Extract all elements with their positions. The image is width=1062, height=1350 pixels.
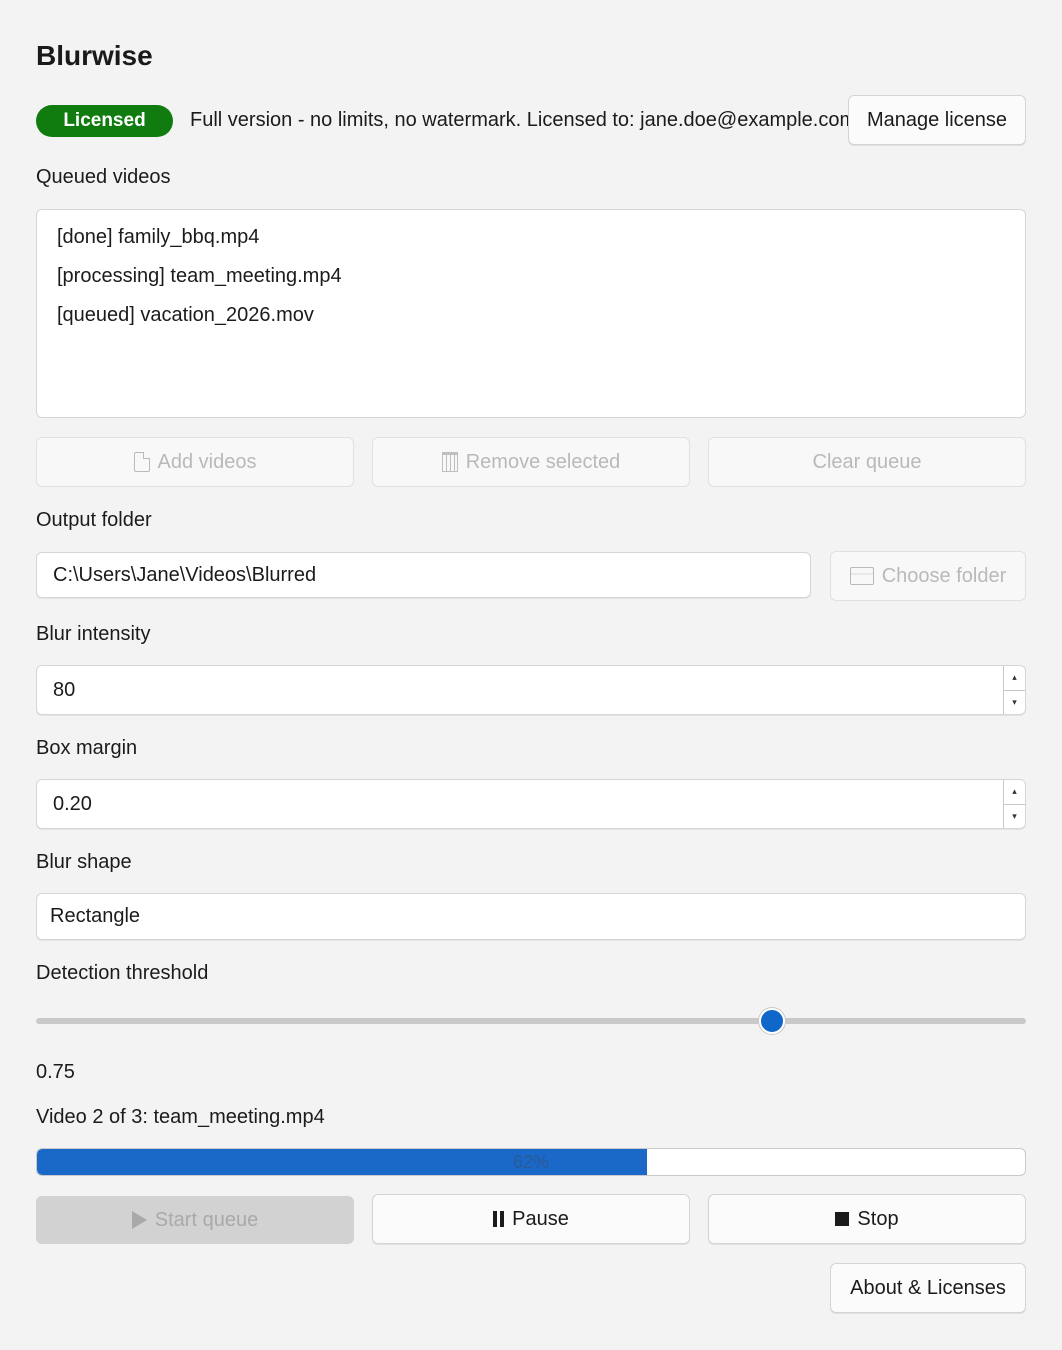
detection-threshold-slider[interactable] bbox=[36, 1018, 1026, 1024]
trash-icon bbox=[441, 452, 458, 472]
blur-intensity-label: Blur intensity bbox=[36, 623, 151, 645]
remove-selected-button[interactable]: Remove selected bbox=[372, 437, 690, 487]
box-margin-label: Box margin bbox=[36, 737, 138, 759]
app-window: Blurwise Licensed Full version - no limi… bbox=[0, 0, 1062, 1350]
list-item[interactable]: [done] family_bbq.mp4 bbox=[57, 224, 1005, 263]
license-status-badge: Licensed bbox=[36, 105, 173, 137]
file-icon bbox=[133, 451, 151, 472]
stop-label: Stop bbox=[857, 1207, 899, 1230]
chevron-down-icon[interactable]: ▾ bbox=[1003, 690, 1025, 714]
start-queue-label: Start queue bbox=[154, 1208, 259, 1231]
blur-intensity-stepper[interactable]: ▴ ▾ bbox=[1003, 666, 1025, 714]
stop-icon bbox=[835, 1212, 850, 1226]
list-item[interactable]: [queued] vacation_2026.mov bbox=[57, 302, 1005, 341]
about-licenses-button[interactable]: About & Licenses bbox=[830, 1263, 1026, 1313]
add-videos-label: Add videos bbox=[157, 450, 257, 473]
chevron-up-icon[interactable]: ▴ bbox=[1003, 780, 1025, 805]
output-folder-input[interactable]: C:\Users\Jane\Videos\Blurred bbox=[36, 552, 811, 598]
detection-threshold-label: Detection threshold bbox=[36, 962, 209, 984]
progress-bar: 62% bbox=[36, 1148, 1026, 1176]
pause-button[interactable]: Pause bbox=[372, 1194, 690, 1244]
box-margin-spinbox[interactable]: 0.20 ▴ ▾ bbox=[36, 779, 1026, 829]
queued-videos-label: Queued videos bbox=[36, 166, 171, 188]
progress-status-text: Video 2 of 3: team_meeting.mp4 bbox=[36, 1106, 325, 1128]
box-margin-stepper[interactable]: ▴ ▾ bbox=[1003, 780, 1025, 828]
clear-queue-button[interactable]: Clear queue bbox=[708, 437, 1026, 487]
detection-threshold-value: 0.75 bbox=[36, 1061, 75, 1083]
play-icon bbox=[131, 1211, 147, 1229]
box-margin-value: 0.20 bbox=[53, 792, 92, 815]
about-licenses-label: About & Licenses bbox=[850, 1276, 1006, 1299]
blur-intensity-spinbox[interactable]: 80 ▴ ▾ bbox=[36, 665, 1026, 715]
chevron-up-icon[interactable]: ▴ bbox=[1003, 666, 1025, 691]
progress-percent: 62% bbox=[512, 1151, 550, 1172]
clear-queue-label: Clear queue bbox=[812, 450, 922, 473]
blur-shape-value: Rectangle bbox=[50, 905, 141, 927]
start-queue-button[interactable]: Start queue bbox=[36, 1196, 354, 1244]
list-item[interactable]: [processing] team_meeting.mp4 bbox=[57, 263, 1005, 302]
pause-icon bbox=[493, 1211, 505, 1227]
slider-handle[interactable] bbox=[758, 1008, 785, 1034]
chevron-down-icon[interactable]: ▾ bbox=[1003, 804, 1025, 828]
app-title: Blurwise bbox=[36, 40, 153, 71]
pause-label: Pause bbox=[512, 1207, 569, 1230]
stop-button[interactable]: Stop bbox=[708, 1194, 1026, 1244]
choose-folder-button[interactable]: Choose folder bbox=[830, 551, 1026, 601]
folder-icon bbox=[849, 567, 874, 585]
choose-folder-label: Choose folder bbox=[881, 564, 1007, 587]
output-folder-label: Output folder bbox=[36, 509, 152, 531]
blur-shape-select[interactable]: Rectangle bbox=[36, 893, 1026, 940]
blur-shape-label: Blur shape bbox=[36, 851, 132, 873]
output-folder-value: C:\Users\Jane\Videos\Blurred bbox=[53, 563, 317, 586]
manage-license-label: Manage license bbox=[866, 108, 1008, 131]
manage-license-button[interactable]: Manage license bbox=[848, 95, 1026, 145]
license-description: Full version - no limits, no watermark. … bbox=[190, 109, 857, 131]
remove-selected-label: Remove selected bbox=[465, 450, 621, 473]
video-queue-list[interactable]: [done] family_bbq.mp4 [processing] team_… bbox=[36, 209, 1026, 418]
add-videos-button[interactable]: Add videos bbox=[36, 437, 354, 487]
blur-intensity-value: 80 bbox=[53, 678, 76, 701]
